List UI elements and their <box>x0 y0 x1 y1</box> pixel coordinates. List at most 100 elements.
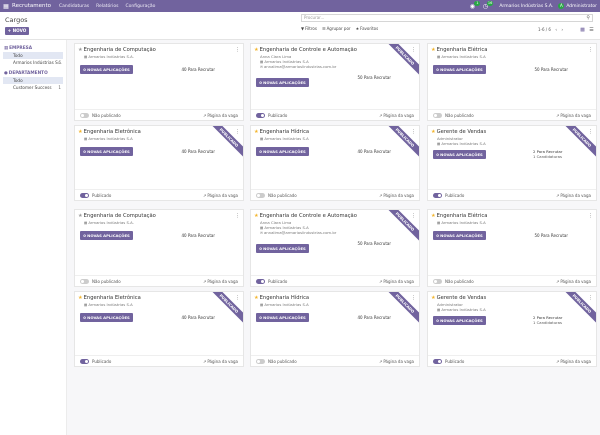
kebab-menu-icon[interactable]: ⋮ <box>411 129 416 135</box>
new-applications-button[interactable]: 0 NOVAS APLICAÇÕES <box>433 231 486 240</box>
job-page-link[interactable]: ↗Página da vaga <box>556 279 591 284</box>
search-icon[interactable]: ⚲ <box>586 15 590 21</box>
previous-page-icon[interactable]: ‹ <box>555 28 557 33</box>
job-card[interactable]: ★Engenharia Elétrica ⋮ ▦Armarios Indústr… <box>427 43 597 121</box>
job-page-link[interactable]: ↗Página da vaga <box>203 279 238 284</box>
new-applications-button[interactable]: 0 NOVAS APLICAÇÕES <box>80 65 133 74</box>
new-applications-button[interactable]: 0 NOVAS APLICAÇÕES <box>256 147 309 156</box>
favorite-star-icon[interactable]: ★ <box>254 213 259 219</box>
kebab-menu-icon[interactable]: ⋮ <box>411 213 416 219</box>
kebab-menu-icon[interactable]: ⋮ <box>235 47 240 53</box>
new-applications-button[interactable]: 0 NOVAS APLICAÇÕES <box>80 147 133 156</box>
job-title[interactable]: ★Engenharia de Controle e Automação <box>254 47 357 53</box>
new-applications-button[interactable]: 0 NOVAS APLICAÇÕES <box>256 244 309 253</box>
job-title[interactable]: ★Engenharia Elétrica <box>431 213 487 219</box>
publish-toggle[interactable] <box>80 193 89 198</box>
favorite-star-icon[interactable]: ★ <box>431 129 436 135</box>
job-card[interactable]: PUBLICADO ★Engenharia Eletrônica ⋮ ▦Arma… <box>74 125 244 201</box>
job-title[interactable]: ★Gerente de Vendas <box>431 295 486 301</box>
job-card[interactable]: PUBLICADO ★Gerente de Vendas ⋮ Administr… <box>427 291 597 367</box>
apps-menu-icon[interactable]: ▦ <box>0 3 12 10</box>
publish-toggle[interactable] <box>256 359 265 364</box>
kebab-menu-icon[interactable]: ⋮ <box>411 295 416 301</box>
job-card[interactable]: PUBLICADO ★Engenharia Hídrica ⋮ ▦Armario… <box>250 291 420 367</box>
job-title[interactable]: ★Engenharia Eletrônica <box>78 295 141 301</box>
new-applications-button[interactable]: 0 NOVAS APLICAÇÕES <box>433 150 486 159</box>
job-page-link[interactable]: ↗Página da vaga <box>203 359 238 364</box>
publish-toggle[interactable] <box>256 193 265 198</box>
publish-toggle[interactable] <box>256 279 265 284</box>
publish-toggle[interactable] <box>433 359 442 364</box>
job-title[interactable]: ★Engenharia de Computação <box>78 213 156 219</box>
favorite-star-icon[interactable]: ★ <box>254 47 259 53</box>
new-applications-button[interactable]: 0 NOVAS APLICAÇÕES <box>80 231 133 240</box>
job-card[interactable]: PUBLICADO ★Engenharia Eletrônica ⋮ ▦Arma… <box>74 291 244 367</box>
kebab-menu-icon[interactable]: ⋮ <box>588 47 593 53</box>
menu-configuracao[interactable]: Configuração <box>125 4 155 9</box>
favorite-star-icon[interactable]: ★ <box>431 213 436 219</box>
job-page-link[interactable]: ↗Página da vaga <box>556 193 591 198</box>
favorite-star-icon[interactable]: ★ <box>78 295 83 301</box>
job-page-link[interactable]: ↗Página da vaga <box>379 279 414 284</box>
job-card[interactable]: ★Engenharia Elétrica ⋮ ▦Armarios Indústr… <box>427 209 597 287</box>
kebab-menu-icon[interactable]: ⋮ <box>235 129 240 135</box>
new-applications-button[interactable]: 0 NOVAS APLICAÇÕES <box>80 313 133 322</box>
user-menu[interactable]: Administrator <box>566 4 597 9</box>
job-title[interactable]: ★Engenharia Hídrica <box>254 129 309 135</box>
job-page-link[interactable]: ↗Página da vaga <box>556 113 591 118</box>
job-page-link[interactable]: ↗Página da vaga <box>379 193 414 198</box>
sidebar-item-customer-success[interactable]: Customer Success 1 <box>3 84 63 91</box>
publish-toggle[interactable] <box>80 279 89 284</box>
publish-toggle[interactable] <box>433 279 442 284</box>
publish-toggle[interactable] <box>433 193 442 198</box>
menu-relatorios[interactable]: Relatórios <box>96 4 118 9</box>
list-view-icon[interactable]: ☰ <box>588 26 595 33</box>
job-page-link[interactable]: ↗Página da vaga <box>379 113 414 118</box>
menu-candidaturas[interactable]: Candidaturas <box>59 4 89 9</box>
job-card[interactable]: ★Engenharia de Computação ⋮ ▦Armarios In… <box>74 43 244 121</box>
publish-toggle[interactable] <box>80 359 89 364</box>
kebab-menu-icon[interactable]: ⋮ <box>588 213 593 219</box>
new-applications-button[interactable]: 0 NOVAS APLICAÇÕES <box>433 65 486 74</box>
sidebar-item-departamento-todo[interactable]: Todo <box>3 77 63 84</box>
new-applications-button[interactable]: 0 NOVAS APLICAÇÕES <box>256 313 309 322</box>
job-card[interactable]: PUBLICADO ★Engenharia Hídrica ⋮ ▦Armario… <box>250 125 420 201</box>
favorite-star-icon[interactable]: ★ <box>78 213 83 219</box>
job-card[interactable]: PUBLICADO ★Engenharia de Controle e Auto… <box>250 43 420 121</box>
kebab-menu-icon[interactable]: ⋮ <box>235 295 240 301</box>
activity-button[interactable]: ◷ 16 <box>480 1 494 11</box>
kebab-menu-icon[interactable]: ⋮ <box>235 213 240 219</box>
kebab-menu-icon[interactable]: ⋮ <box>411 47 416 53</box>
job-card[interactable]: PUBLICADO ★Engenharia de Controle e Auto… <box>250 209 420 287</box>
favorite-star-icon[interactable]: ★ <box>431 47 436 53</box>
filters-button[interactable]: ▼ Filtros <box>301 26 317 31</box>
publish-toggle[interactable] <box>80 113 89 118</box>
search-input[interactable]: Procurar... ⚲ <box>301 14 593 22</box>
publish-toggle[interactable] <box>433 113 442 118</box>
kanban-view-icon[interactable]: ▩ <box>579 26 586 33</box>
candidates-count[interactable]: 1 Candidaturas <box>533 320 562 325</box>
favorite-star-icon[interactable]: ★ <box>78 129 83 135</box>
avatar[interactable]: A <box>558 3 565 9</box>
job-page-link[interactable]: ↗Página da vaga <box>203 193 238 198</box>
group-by-button[interactable]: ☰ Agrupar por <box>322 26 351 31</box>
job-page-link[interactable]: ↗Página da vaga <box>379 359 414 364</box>
job-title[interactable]: ★Engenharia Eletrônica <box>78 129 141 135</box>
job-title[interactable]: ★Engenharia Hídrica <box>254 295 309 301</box>
favorite-star-icon[interactable]: ★ <box>254 129 259 135</box>
job-page-link[interactable]: ↗Página da vaga <box>203 113 238 118</box>
favorite-star-icon[interactable]: ★ <box>78 47 83 53</box>
favorites-button[interactable]: ★ Favoritos <box>356 26 379 31</box>
new-applications-button[interactable]: 0 NOVAS APLICAÇÕES <box>433 316 486 325</box>
next-page-icon[interactable]: › <box>561 28 563 33</box>
kebab-menu-icon[interactable]: ⋮ <box>588 129 593 135</box>
job-title[interactable]: ★Engenharia Elétrica <box>431 47 487 53</box>
job-card[interactable]: ★Engenharia de Computação ⋮ ▦Armarios In… <box>74 209 244 287</box>
publish-toggle[interactable] <box>256 113 265 118</box>
job-page-link[interactable]: ↗Página da vaga <box>556 359 591 364</box>
job-card[interactable]: PUBLICADO ★Gerente de Vendas ⋮ Administr… <box>427 125 597 201</box>
sidebar-item-empresa-todo[interactable]: Todo <box>3 52 63 59</box>
app-name[interactable]: Recrutamento <box>12 3 51 9</box>
company-switcher[interactable]: Armarios Indústrias S.A. <box>499 4 553 9</box>
job-title[interactable]: ★Gerente de Vendas <box>431 129 486 135</box>
